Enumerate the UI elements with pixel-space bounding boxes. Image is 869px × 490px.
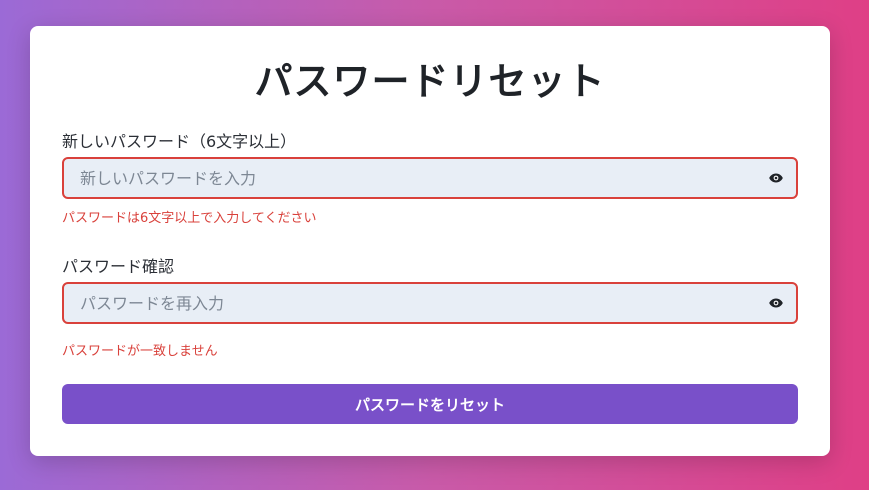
- new-password-error: パスワードは6文字以上で入力してください: [62, 211, 317, 226]
- new-password-input[interactable]: [64, 159, 796, 197]
- new-password-field: [62, 157, 798, 199]
- reset-password-button[interactable]: パスワードをリセット: [62, 384, 798, 424]
- new-password-label: 新しいパスワード（6文字以上）: [62, 132, 297, 151]
- confirm-password-label: パスワード確認: [62, 257, 175, 276]
- confirm-password-input[interactable]: [64, 284, 796, 322]
- confirm-password-error: パスワードが一致しません: [62, 344, 218, 359]
- eye-icon[interactable]: [768, 172, 784, 184]
- page-title: パスワードリセット: [254, 59, 606, 104]
- confirm-password-field: [62, 282, 798, 324]
- eye-icon[interactable]: [768, 297, 784, 309]
- reset-card: パスワードリセット 新しいパスワード（6文字以上） パスワードは6文字以上で入力…: [30, 26, 830, 456]
